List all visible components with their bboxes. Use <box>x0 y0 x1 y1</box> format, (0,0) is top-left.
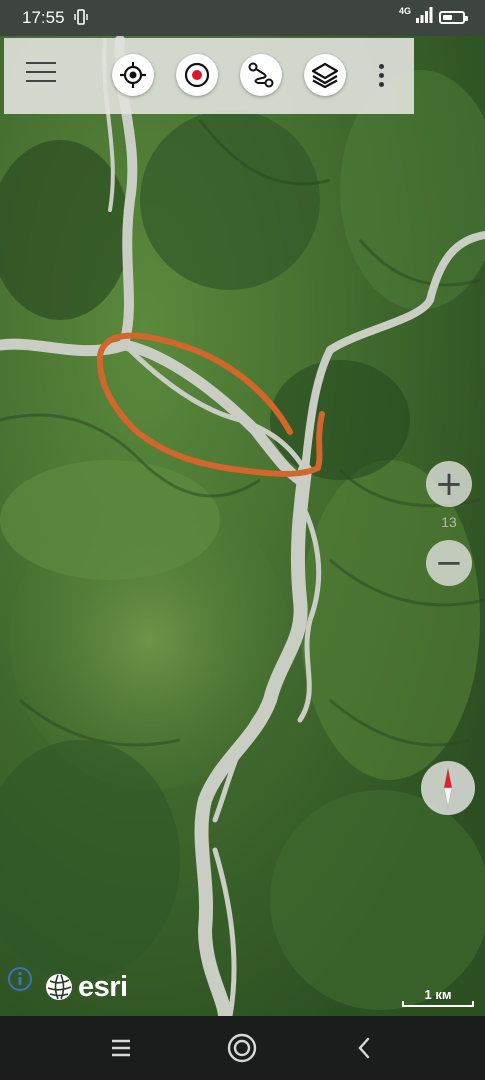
vibrate-icon <box>74 9 88 28</box>
back-icon[interactable] <box>348 1032 380 1064</box>
layers-icon <box>311 62 339 89</box>
more-vertical-icon[interactable] <box>376 64 386 88</box>
route-button[interactable] <box>240 54 282 96</box>
route-icon <box>248 62 274 88</box>
home-icon[interactable] <box>226 1032 258 1064</box>
info-icon[interactable] <box>7 966 33 992</box>
map-toolbar <box>4 38 414 114</box>
record-icon <box>184 62 210 88</box>
signal-icon <box>415 6 433 29</box>
zoom-out-button[interactable]: − <box>426 540 472 586</box>
satellite-imagery <box>0 36 485 1016</box>
recent-apps-icon[interactable] <box>105 1032 137 1064</box>
esri-logo-text: esri <box>78 970 128 1003</box>
zoom-in-button[interactable]: + <box>426 461 472 507</box>
esri-logo: esri <box>44 970 128 1004</box>
record-track-button[interactable] <box>176 54 218 96</box>
system-nav-bar <box>0 1016 485 1080</box>
hamburger-menu-icon[interactable] <box>26 62 56 88</box>
layers-button[interactable] <box>304 54 346 96</box>
scale-bar-label: 1 км <box>424 987 452 1002</box>
scale-bar-line <box>402 1001 474 1007</box>
compass-button[interactable] <box>421 761 475 815</box>
battery-icon <box>439 11 468 24</box>
zoom-level: 13 <box>441 514 457 530</box>
compass-icon <box>443 768 453 809</box>
my-location-button[interactable] <box>112 54 154 96</box>
crosshair-icon <box>120 62 146 88</box>
network-type: 4G <box>398 6 411 16</box>
satellite-map[interactable] <box>0 36 485 1016</box>
status-bar: 17:55 4G <box>0 0 485 36</box>
scale-bar: 1 км <box>400 985 476 1009</box>
status-time: 17:55 <box>22 8 65 27</box>
esri-globe-icon <box>46 974 72 1000</box>
